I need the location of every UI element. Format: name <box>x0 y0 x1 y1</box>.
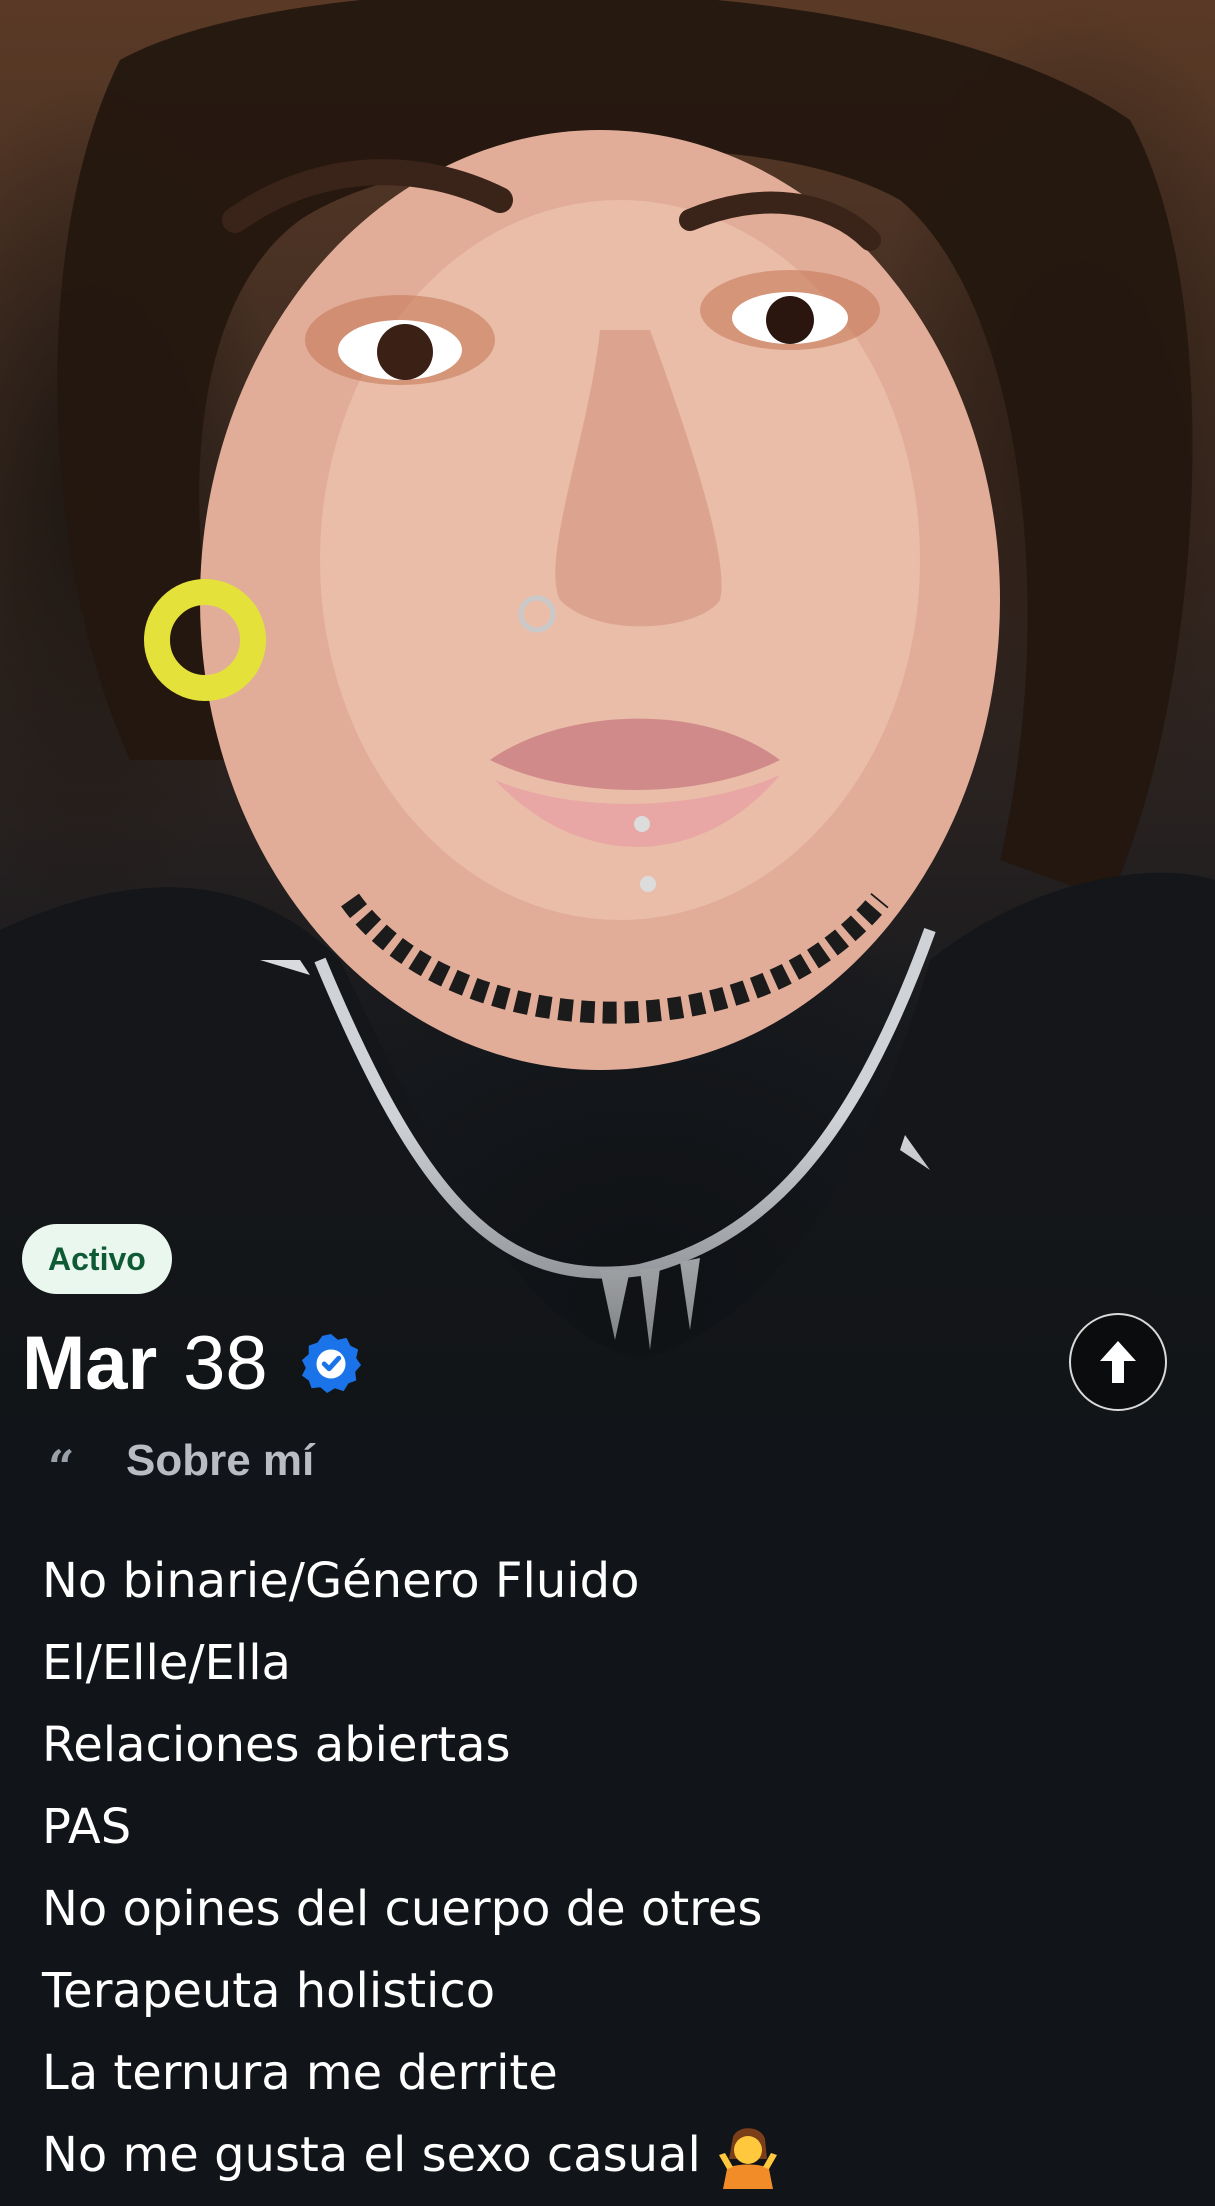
profile-name: Mar <box>22 1320 158 1406</box>
bio-list: No binarie/Género Fluido El/Elle/Ella Re… <box>42 1540 781 2196</box>
bio-line: No binarie/Género Fluido <box>42 1553 640 1609</box>
person-shrugging-emoji <box>718 2128 777 2189</box>
bio-line-last: No me gusta el sexo casual <box>42 2114 781 2196</box>
about-section-header: “ Sobre mí <box>48 1436 315 1490</box>
profile-photo[interactable] <box>0 0 1215 1418</box>
quote-icon: “ <box>48 1440 75 1494</box>
bio-line: PAS <box>42 1799 132 1855</box>
bio-line: Relaciones abiertas <box>42 1717 511 1773</box>
about-heading: Sobre mí <box>126 1436 315 1485</box>
bio-line: No opines del cuerpo de otres <box>42 1881 763 1937</box>
profile-age: 38 <box>183 1320 268 1406</box>
bio-line: Terapeuta holistico <box>42 1963 496 2019</box>
profile-name-row: Mar 38 <box>22 1318 362 1408</box>
bio-line: El/Elle/Ella <box>42 1635 291 1691</box>
bio-line: La ternura me derrite <box>42 2045 558 2101</box>
expand-profile-button[interactable] <box>1069 1313 1167 1411</box>
verified-check-icon <box>301 1333 361 1394</box>
status-badge: Activo <box>22 1224 172 1294</box>
arrow-up-icon <box>1100 1341 1136 1383</box>
bio-line-text: No me gusta el sexo casual <box>42 2127 701 2183</box>
